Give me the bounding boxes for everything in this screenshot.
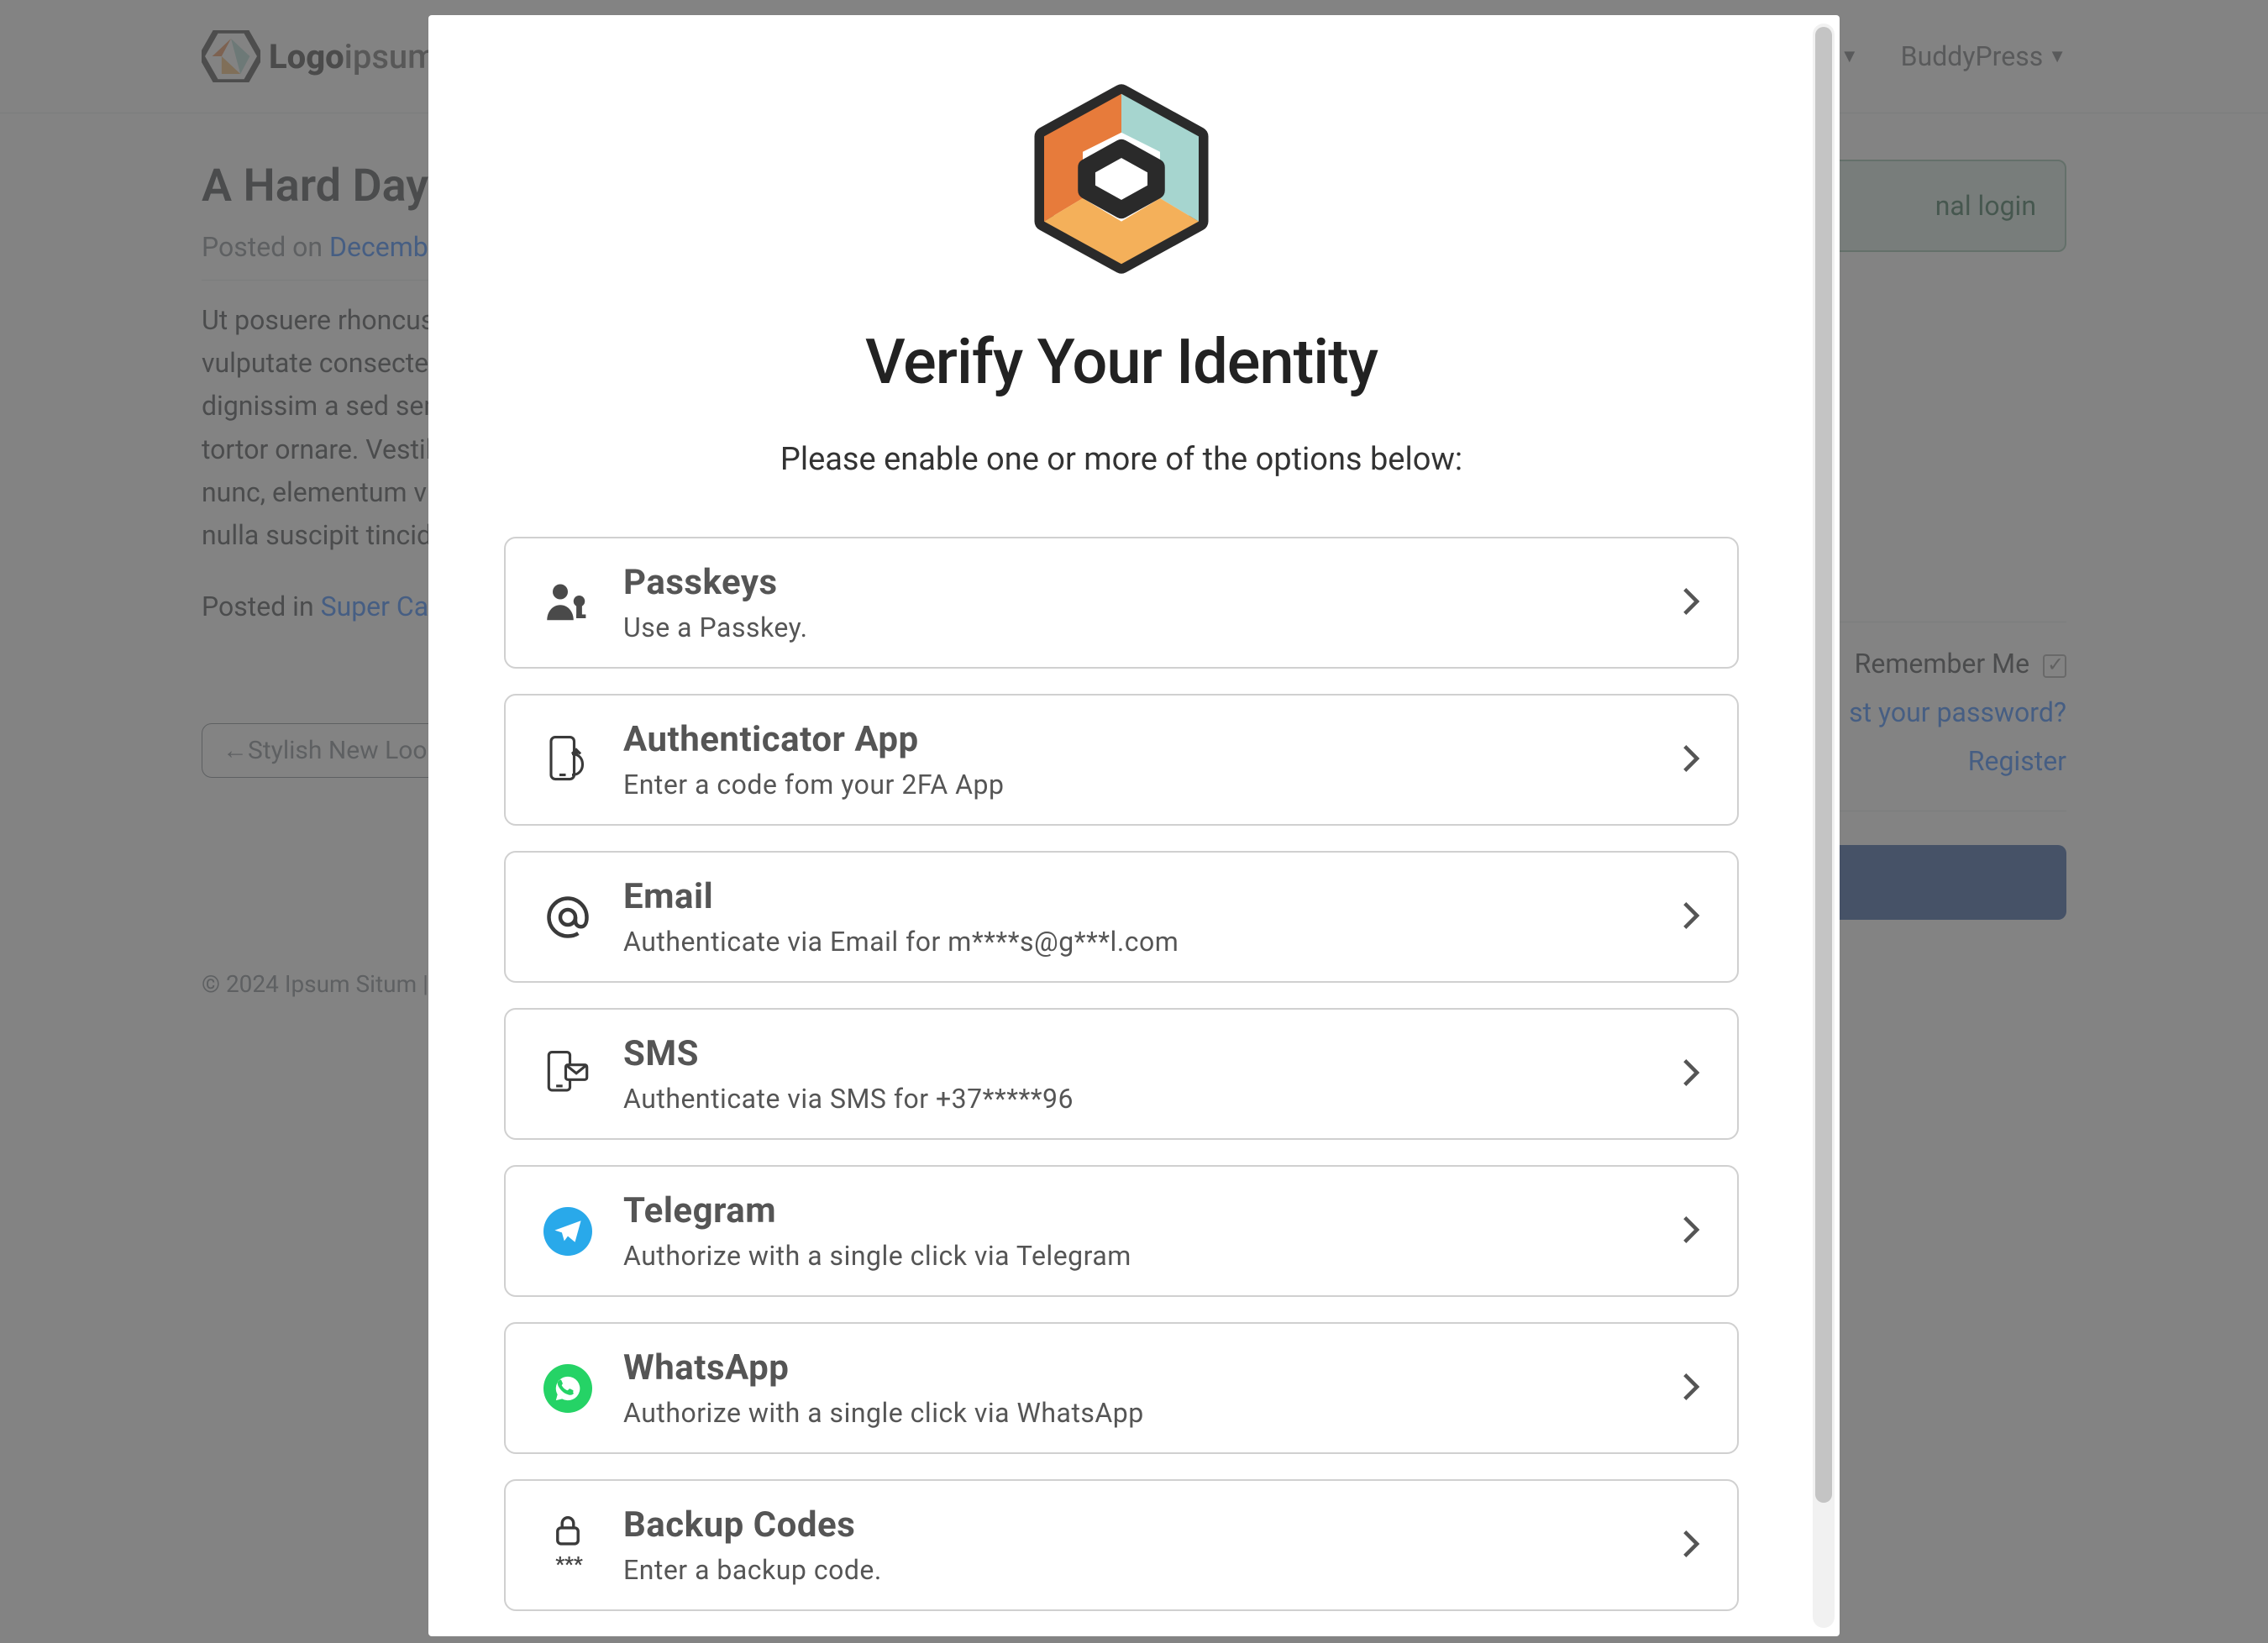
option-sms-title: SMS — [623, 1033, 1651, 1074]
chevron-right-icon — [1682, 1058, 1700, 1091]
verify-identity-modal: Verify Your Identity Please enable one o… — [428, 15, 1840, 1636]
modal-scrollbar[interactable] — [1813, 24, 1835, 1628]
option-sms-desc: Authenticate via SMS for +37*****96 — [623, 1083, 1651, 1115]
modal-overlay[interactable]: Verify Your Identity Please enable one o… — [0, 0, 2268, 1643]
option-authenticator[interactable]: Authenticator App Enter a code fom your … — [504, 694, 1739, 826]
option-whatsapp[interactable]: WhatsApp Authorize with a single click v… — [504, 1322, 1739, 1454]
telegram-icon — [543, 1207, 593, 1256]
chevron-right-icon — [1682, 586, 1700, 620]
chevron-right-icon — [1682, 1215, 1700, 1248]
option-email-title: Email — [623, 876, 1651, 917]
option-sms[interactable]: SMS Authenticate via SMS for +37*****96 — [504, 1008, 1739, 1140]
option-passkeys-desc: Use a Passkey. — [623, 612, 1651, 643]
option-backup-codes[interactable]: * * * Backup Codes Enter a backup code. — [504, 1479, 1739, 1611]
modal-title: Verify Your Identity — [504, 326, 1739, 399]
authenticator-icon — [543, 735, 593, 785]
sms-icon — [543, 1050, 593, 1099]
option-whatsapp-title: WhatsApp — [623, 1347, 1651, 1388]
option-authenticator-title: Authenticator App — [623, 719, 1651, 760]
option-whatsapp-desc: Authorize with a single click via WhatsA… — [623, 1397, 1651, 1429]
option-telegram-desc: Authorize with a single click via Telegr… — [623, 1240, 1651, 1272]
option-backup-desc: Enter a backup code. — [623, 1554, 1651, 1586]
option-backup-title: Backup Codes — [623, 1504, 1651, 1546]
auth-options-list: Passkeys Use a Passkey. — [504, 537, 1739, 1611]
option-authenticator-desc: Enter a code fom your 2FA App — [623, 769, 1651, 801]
chevron-right-icon — [1682, 1529, 1700, 1562]
option-email[interactable]: Email Authenticate via Email for m****s@… — [504, 851, 1739, 983]
modal-logo — [504, 82, 1739, 276]
option-telegram[interactable]: Telegram Authorize with a single click v… — [504, 1165, 1739, 1297]
modal-scrollbar-thumb[interactable] — [1815, 27, 1832, 1503]
at-sign-icon — [543, 895, 593, 940]
chevron-right-icon — [1682, 743, 1700, 777]
option-telegram-title: Telegram — [623, 1190, 1651, 1231]
whatsapp-icon — [543, 1364, 593, 1413]
chevron-right-icon — [1682, 1372, 1700, 1405]
option-passkeys[interactable]: Passkeys Use a Passkey. — [504, 537, 1739, 669]
passkey-icon — [543, 582, 593, 624]
backup-codes-icon: * * * — [543, 1515, 593, 1576]
chevron-right-icon — [1682, 900, 1700, 934]
option-email-desc: Authenticate via Email for m****s@g***l.… — [623, 926, 1651, 958]
hexagon-logo-icon — [1025, 82, 1218, 276]
option-passkeys-title: Passkeys — [623, 562, 1651, 603]
modal-subtitle: Please enable one or more of the options… — [504, 441, 1739, 478]
